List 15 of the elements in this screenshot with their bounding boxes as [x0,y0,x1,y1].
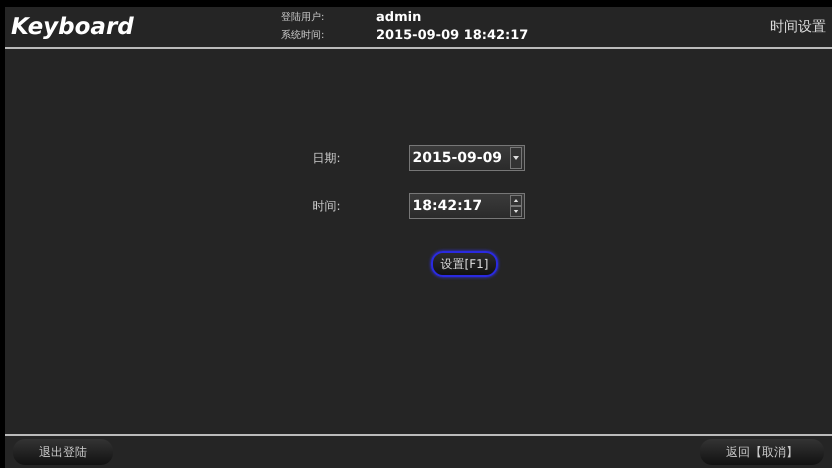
app-title: Keyboard [11,12,135,42]
field-label: 日期: [312,150,342,167]
logout-button[interactable]: 退出登陆 [13,439,113,465]
user-name: admin [376,9,422,27]
system-time: 2015-09-09 18:42:17 [376,27,528,45]
time-spinner[interactable]: 18:42:17 [408,193,524,219]
field-label: 时间: [312,198,342,215]
spin-down-icon[interactable] [510,206,522,217]
time-label: 系统时间: [281,28,326,43]
back-button[interactable]: 返回【取消】 [700,439,824,465]
spin-up-icon[interactable] [510,195,522,206]
user-label: 登陆用户: [281,10,326,25]
page-title: 时间设置 [770,18,826,36]
date-dropdown[interactable]: 2015-09-09 [408,145,524,171]
set-button[interactable]: 设置[F1] [430,251,498,277]
